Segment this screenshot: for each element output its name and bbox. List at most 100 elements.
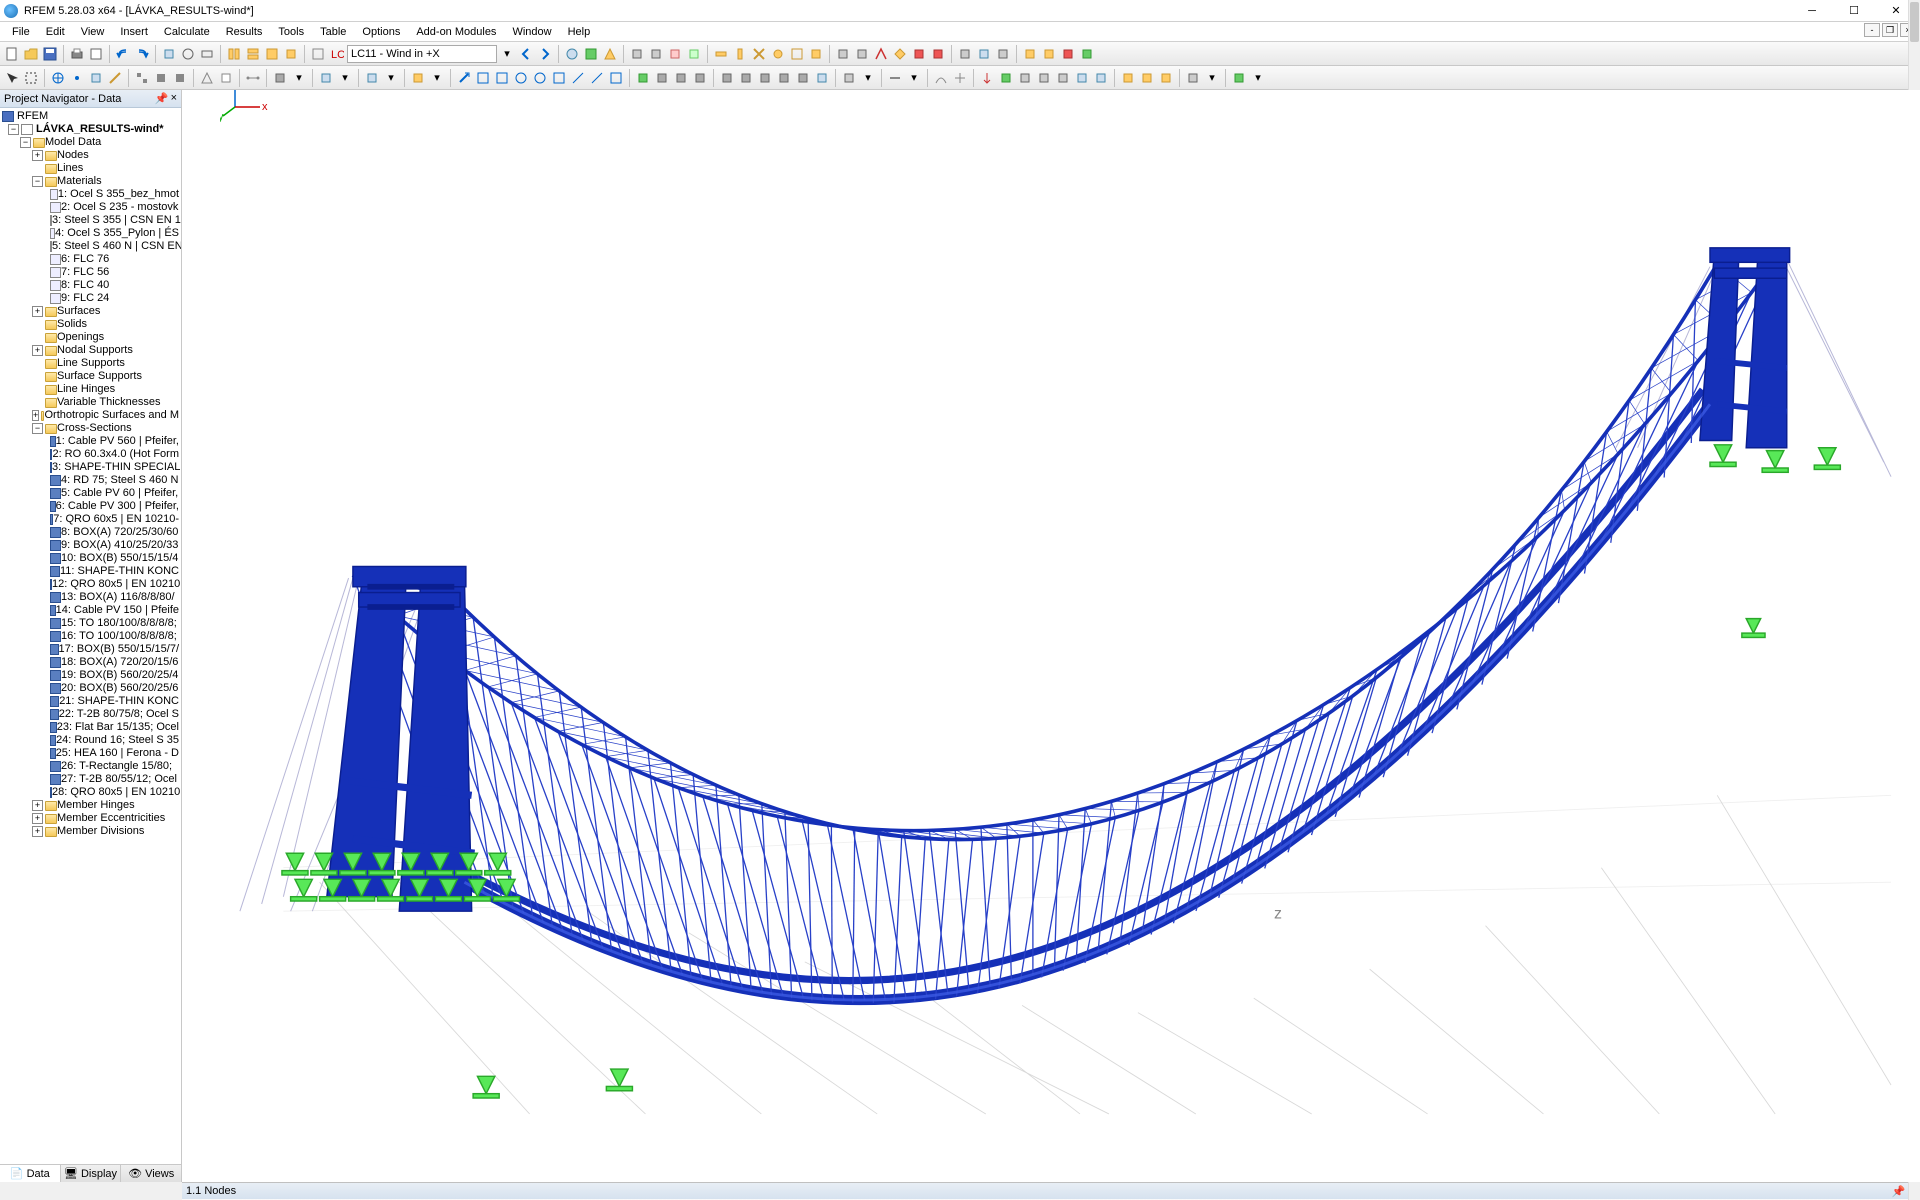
tree-crosssection-item[interactable]: 10: BOX(B) 550/15/15/4 [0,552,181,565]
open-button[interactable] [22,45,40,63]
tree-crosssection-item[interactable]: 12: QRO 80x5 | EN 10210 [0,578,181,591]
tool-button[interactable] [872,45,890,63]
tool-button[interactable] [1078,45,1096,63]
tree-crosssection-item[interactable]: 24: Round 16; Steel S 35 [0,734,181,747]
tool-button[interactable] [217,69,235,87]
tool-button[interactable] [22,69,40,87]
tool-button[interactable] [68,69,86,87]
tool-button[interactable] [309,45,327,63]
tool-button[interactable] [1021,45,1039,63]
tool-button[interactable] [87,69,105,87]
tree-folder[interactable]: +Member Eccentricities [0,812,181,825]
tool-button[interactable] [691,69,709,87]
tool-button[interactable] [531,69,549,87]
tool-button[interactable] [672,69,690,87]
tool-button[interactable] [653,69,671,87]
pin-icon[interactable]: 📌 [1892,1185,1906,1198]
tool-button[interactable] [244,45,262,63]
tree-crosssection-item[interactable]: 3: SHAPE-THIN SPECIAL [0,461,181,474]
menu-window[interactable]: Window [504,24,559,40]
tree-material-item[interactable]: 1: Ocel S 355_bez_hmot [0,188,181,201]
footer-tab-data[interactable]: 📄Data [0,1165,61,1182]
footer-tab-display[interactable]: 🖥Display [61,1165,122,1182]
tool-button[interactable] [455,69,473,87]
dropdown-button[interactable]: ▾ [498,45,516,63]
tree-folder[interactable]: Line Supports [0,357,181,370]
tool-button[interactable] [569,69,587,87]
tool-button[interactable] [1119,69,1137,87]
tree-crosssection-item[interactable]: 8: BOX(A) 720/25/30/60 [0,526,181,539]
tree-crosssection-item[interactable]: 13: BOX(A) 116/8/8/80/ [0,591,181,604]
tool-button[interactable] [1016,69,1034,87]
tool-button[interactable] [997,69,1015,87]
tool-button[interactable]: ▾ [428,69,446,87]
tool-button[interactable]: ▾ [290,69,308,87]
tree-crosssection-item[interactable]: 19: BOX(B) 560/20/25/4 [0,669,181,682]
tool-button[interactable] [853,45,871,63]
tool-button[interactable] [1184,69,1202,87]
tree-crosssection-item[interactable]: 20: BOX(B) 560/20/25/6 [0,682,181,695]
menu-table[interactable]: Table [312,24,354,40]
tree-folder[interactable]: +Member Divisions [0,825,181,838]
tool-button[interactable] [718,69,736,87]
tool-button[interactable] [607,69,625,87]
print-button[interactable] [68,45,86,63]
tree-crosssection-item[interactable]: 6: Cable PV 300 | Pfeifer, [0,500,181,513]
tool-button[interactable] [840,69,858,87]
tree-folder[interactable]: Solids [0,318,181,331]
tree-crosssection-item[interactable]: 9: BOX(A) 410/25/20/33 [0,539,181,552]
tree-crosssection-item[interactable]: 21: SHAPE-THIN KONC [0,695,181,708]
tree-material-item[interactable]: 2: Ocel S 235 - mostovk [0,201,181,214]
tree-root[interactable]: RFEM [0,110,181,123]
print-preview-button[interactable] [87,45,105,63]
tree-crosssection-item[interactable]: 28: QRO 80x5 | EN 10210 [0,786,181,799]
menu-tools[interactable]: Tools [270,24,312,40]
tool-button[interactable] [788,45,806,63]
minimize-button[interactable]: ─ [1792,1,1832,21]
undo-button[interactable] [114,45,132,63]
redo-button[interactable] [133,45,151,63]
3d-viewport[interactable]: z z x y [182,90,1920,1182]
tool-button[interactable] [712,45,730,63]
tool-button[interactable] [198,45,216,63]
tool-button[interactable] [813,69,831,87]
tree-crosssection-item[interactable]: 27: T-2B 80/55/12; Ocel [0,773,181,786]
tree-folder[interactable]: +Surfaces [0,305,181,318]
tool-button[interactable] [49,69,67,87]
tool-button[interactable] [363,69,381,87]
tree-material-item[interactable]: 6: FLC 76 [0,253,181,266]
tool-button[interactable]: ▾ [382,69,400,87]
tool-button[interactable] [910,45,928,63]
tool-button[interactable] [409,69,427,87]
tool-button[interactable] [634,69,652,87]
menu-edit[interactable]: Edit [38,24,73,40]
tree-crosssection-item[interactable]: 16: TO 100/100/8/8/8/8; [0,630,181,643]
tree-folder[interactable]: Surface Supports [0,370,181,383]
tool-button[interactable] [929,45,947,63]
tool-button[interactable] [493,69,511,87]
menu-view[interactable]: View [73,24,113,40]
tool-button[interactable] [160,45,178,63]
tree-material-item[interactable]: 7: FLC 56 [0,266,181,279]
tree-folder[interactable]: +Nodes [0,149,181,162]
tool-button[interactable] [474,69,492,87]
tree-model-data[interactable]: −Model Data [0,136,181,149]
menu-calculate[interactable]: Calculate [156,24,218,40]
tool-button[interactable] [994,45,1012,63]
pin-icon[interactable]: 📌 [155,92,169,105]
tree-crosssection-item[interactable]: 26: T-Rectangle 15/80; [0,760,181,773]
loadcase-input[interactable] [347,45,497,63]
tree-crosssection-item[interactable]: 1: Cable PV 560 | Pfeifer, [0,435,181,448]
tool-button[interactable] [756,69,774,87]
tree-crosssection-item[interactable]: 25: HEA 160 | Ferona - D [0,747,181,760]
tool-button[interactable]: ▾ [859,69,877,87]
tool-button[interactable] [628,45,646,63]
tool-button[interactable] [775,69,793,87]
tool-button[interactable] [1230,69,1248,87]
tree-crosssection-item[interactable]: 15: TO 180/100/8/8/8/8; [0,617,181,630]
tree-material-item[interactable]: 8: FLC 40 [0,279,181,292]
tool-button[interactable] [550,69,568,87]
tree-crosssection-item[interactable]: 4: RD 75; Steel S 460 N [0,474,181,487]
tool-button[interactable] [171,69,189,87]
menu-insert[interactable]: Insert [112,24,156,40]
